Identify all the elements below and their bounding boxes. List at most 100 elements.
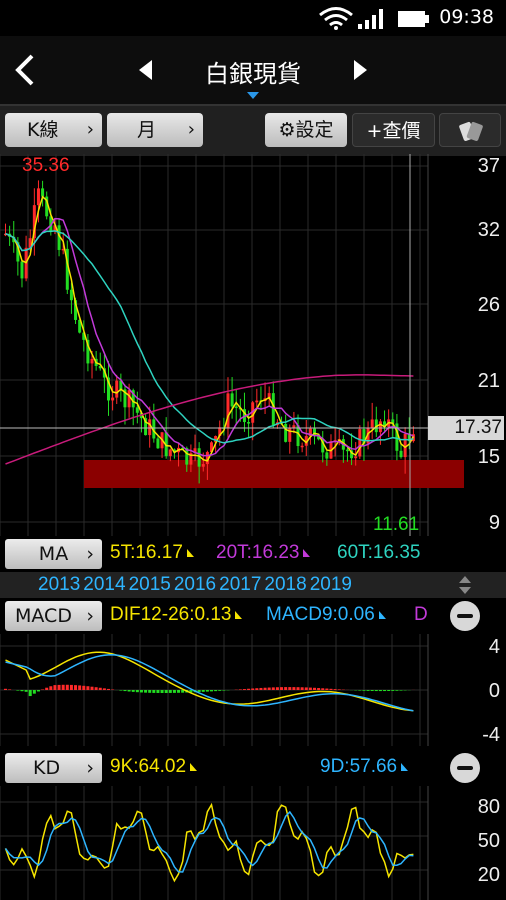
macd-bar <box>362 690 366 691</box>
collapse-kd-icon[interactable] <box>450 753 480 783</box>
candle-body <box>135 407 139 413</box>
scroll-updown-icon[interactable] <box>458 575 472 595</box>
flag-icon <box>190 762 198 771</box>
candle-body <box>156 438 160 449</box>
nav-bar: 白銀現貨 <box>0 36 506 104</box>
ma-button[interactable]: MA › <box>5 539 102 569</box>
macd-bar <box>16 690 20 691</box>
title-dropdown-caret-icon[interactable] <box>247 92 259 99</box>
chart-toolbar: K線 › 月 › ⚙設定 +查價 <box>0 104 506 156</box>
page-title[interactable]: 白銀現貨 <box>0 54 506 89</box>
year-label: 2017 <box>219 574 262 595</box>
flag-icon <box>303 548 311 557</box>
year-labels: 2013 2014 2015 2016 2017 2018 2019 <box>38 574 355 596</box>
candle-body <box>69 289 73 301</box>
kd-y-tick: 80 <box>477 796 500 818</box>
volume-profile-band <box>84 460 464 488</box>
ma60-text: 60T:16.35 <box>337 542 421 563</box>
kd-lines <box>4 802 414 883</box>
macd-bar <box>53 685 57 690</box>
candle-body <box>201 464 205 467</box>
period-label: 月 <box>137 119 157 141</box>
macd-bar <box>102 688 106 690</box>
macd-bar <box>49 686 53 690</box>
macd-bar <box>321 688 325 690</box>
y-tick: 26 <box>477 294 500 316</box>
add-quote-button[interactable]: +查價 <box>352 113 435 147</box>
low-label: 11.61 <box>373 514 420 535</box>
macd-bar <box>156 690 160 693</box>
dif-line <box>5 651 414 712</box>
flag-icon <box>401 762 409 771</box>
macd-bar <box>370 690 374 691</box>
d-line <box>4 810 414 873</box>
macd-bar <box>255 688 259 690</box>
ma60-value: 60T:16.35 <box>337 542 506 564</box>
y-tick: 9 <box>488 512 500 534</box>
chart-type-button[interactable]: K線 › <box>5 113 102 147</box>
macd-bar <box>251 688 255 690</box>
time-axis[interactable]: 2013 2014 2015 2016 2017 2018 2019 <box>0 572 506 598</box>
rotate-screen-button[interactable] <box>439 113 501 147</box>
macd-bar <box>267 687 271 690</box>
macd-bar <box>131 690 135 692</box>
macd-bar <box>333 689 337 690</box>
macd-bar <box>275 687 279 690</box>
macd-bar <box>313 687 316 690</box>
macd-bar <box>387 690 391 691</box>
kd-button-label: KD <box>33 757 61 779</box>
macd-bar <box>395 690 399 691</box>
macd-bar <box>65 684 69 690</box>
macd-bar <box>292 687 296 690</box>
macd-bar <box>74 685 78 690</box>
candle-body <box>288 427 292 442</box>
macd-bar <box>242 689 246 690</box>
flag-icon <box>186 548 194 557</box>
kd-chart[interactable] <box>0 786 506 900</box>
y-tick: 15 <box>477 446 500 468</box>
macd-bar <box>164 690 168 693</box>
candle-body <box>247 422 251 424</box>
macd-bar <box>32 690 36 694</box>
candle-body <box>168 449 172 457</box>
period-button[interactable]: 月 › <box>107 113 203 147</box>
clock: 09:38 <box>439 6 494 28</box>
y-tick: 32 <box>477 219 500 241</box>
collapse-macd-icon[interactable] <box>450 601 480 631</box>
macd-bar <box>86 686 90 690</box>
macd-bar <box>218 690 222 691</box>
rotate-icon <box>459 121 483 141</box>
macd9-line <box>5 654 414 712</box>
macd-chart[interactable] <box>0 634 506 746</box>
year-label: 2015 <box>128 574 171 595</box>
candle-body <box>370 419 374 428</box>
macd-bar <box>139 690 143 693</box>
macd-bar <box>98 687 102 690</box>
macd-bar <box>337 689 341 690</box>
candle-body <box>226 393 230 428</box>
last-price-tag: 17.37 <box>428 416 504 440</box>
chart-type-label: K線 <box>27 119 59 141</box>
candle-body <box>292 425 296 428</box>
dif-value: DIF12-26:0.13 <box>110 604 246 626</box>
candle-body <box>115 380 119 398</box>
next-item-icon[interactable] <box>350 58 370 82</box>
chevron-right-icon: › <box>86 605 94 627</box>
price-chart[interactable] <box>0 154 506 536</box>
k-text: 9K:64.02 <box>110 756 187 777</box>
ma5-value: 5T:16.17 <box>110 542 198 564</box>
macd-bar <box>210 690 213 692</box>
settings-button[interactable]: ⚙設定 <box>265 113 347 147</box>
macd-button[interactable]: MACD › <box>5 601 102 631</box>
macd-bar <box>358 690 362 691</box>
year-label: 2018 <box>264 574 307 595</box>
macd-bar <box>41 689 45 690</box>
dif-text: DIF12-26:0.13 <box>110 604 232 625</box>
macd-bar <box>296 687 300 690</box>
gear-icon: ⚙ <box>278 119 296 141</box>
candle-body <box>36 188 40 206</box>
macd-bar <box>201 690 205 692</box>
macd-bar <box>24 690 28 692</box>
macd-bar <box>391 690 395 691</box>
kd-button[interactable]: KD › <box>5 753 102 783</box>
